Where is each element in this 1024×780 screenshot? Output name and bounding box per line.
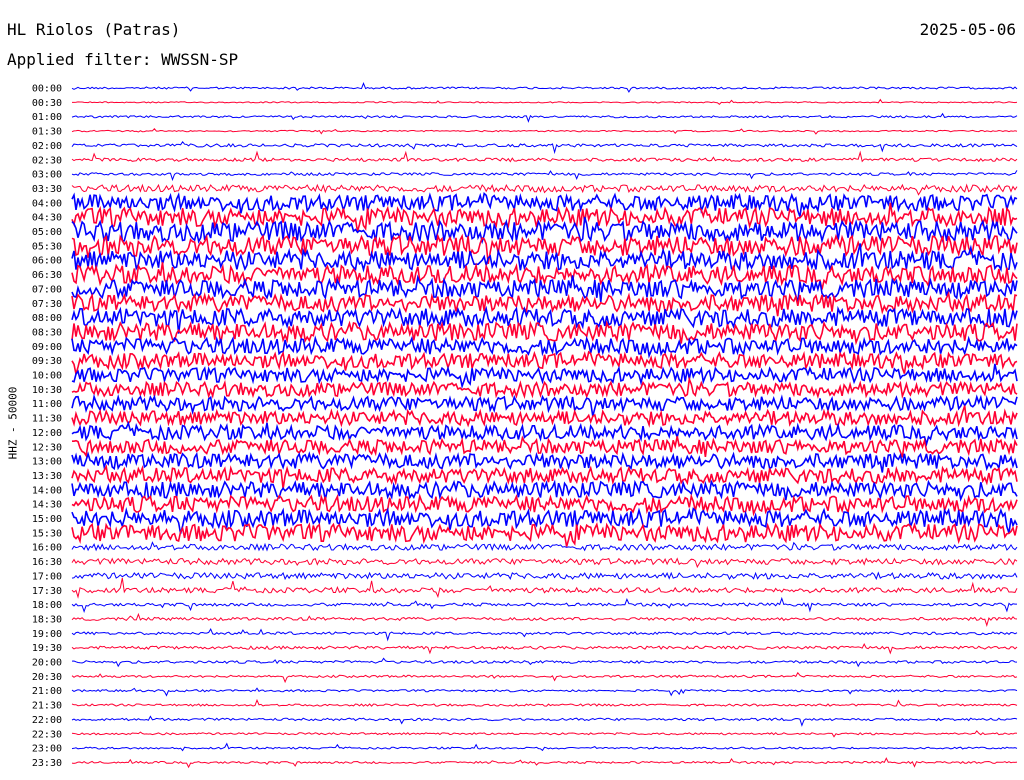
seismogram-plot: 00:00 00:30 01:00 01:30 02:00 02:30 03:00 03:30… bbox=[32, 82, 1018, 769]
row-label: 06:30 bbox=[32, 270, 62, 281]
row-label: 17:30 bbox=[32, 586, 62, 597]
trace-line bbox=[71, 557, 1018, 569]
row-label: 04:00 bbox=[32, 198, 62, 209]
row-label: 11:30 bbox=[32, 414, 62, 425]
trace-line bbox=[71, 128, 1018, 135]
row-label: 14:00 bbox=[32, 485, 62, 496]
trace-line bbox=[71, 493, 1018, 517]
row-label: 05:30 bbox=[32, 241, 62, 252]
traces-group bbox=[71, 82, 1018, 769]
row-label: 12:30 bbox=[32, 442, 62, 453]
trace-line bbox=[71, 420, 1018, 447]
trace-line bbox=[71, 521, 1018, 547]
row-label: 09:30 bbox=[32, 356, 62, 367]
row-label: 22:00 bbox=[32, 715, 62, 726]
row-label: 03:30 bbox=[32, 184, 62, 195]
trace-line bbox=[71, 320, 1018, 346]
trace-line bbox=[71, 451, 1018, 473]
trace-line bbox=[71, 577, 1018, 599]
row-label: 04:30 bbox=[32, 213, 62, 224]
row-label: 05:00 bbox=[32, 227, 62, 238]
trace-line bbox=[71, 612, 1018, 627]
trace-line bbox=[71, 657, 1018, 668]
row-label: 02:30 bbox=[32, 155, 62, 166]
row-label: 09:00 bbox=[32, 342, 62, 353]
row-label: 01:30 bbox=[32, 127, 62, 138]
trace-line bbox=[71, 643, 1018, 655]
row-label: 02:00 bbox=[32, 141, 62, 152]
row-label: 07:30 bbox=[32, 299, 62, 310]
trace-line bbox=[71, 479, 1018, 502]
trace-line bbox=[71, 191, 1018, 217]
row-label: 00:30 bbox=[32, 98, 62, 109]
trace-line bbox=[71, 82, 1018, 93]
row-label: 10:30 bbox=[32, 385, 62, 396]
trace-line bbox=[71, 112, 1018, 123]
trace-line bbox=[71, 150, 1018, 163]
row-label: 14:30 bbox=[32, 500, 62, 511]
row-label: 23:00 bbox=[32, 744, 62, 755]
row-label: 11:00 bbox=[32, 399, 62, 410]
trace-line bbox=[71, 571, 1018, 581]
trace-line bbox=[71, 730, 1018, 738]
row-label: 12:00 bbox=[32, 428, 62, 439]
row-label: 06:00 bbox=[32, 256, 62, 267]
trace-line bbox=[71, 596, 1017, 614]
row-label: 21:00 bbox=[32, 686, 62, 697]
row-label: 07:00 bbox=[32, 284, 62, 295]
row-label: 01:00 bbox=[32, 112, 62, 123]
trace-line bbox=[71, 628, 1018, 642]
row-label: 23:30 bbox=[32, 758, 62, 769]
trace-line bbox=[71, 393, 1018, 417]
trace-line bbox=[71, 376, 1018, 400]
row-label: 03:00 bbox=[32, 170, 62, 181]
row-label: 19:30 bbox=[32, 643, 62, 654]
trace-line bbox=[72, 98, 1018, 105]
row-label: 17:00 bbox=[32, 571, 62, 582]
trace-line bbox=[71, 687, 1018, 697]
trace-line bbox=[71, 140, 1018, 155]
row-label: 13:30 bbox=[32, 471, 62, 482]
trace-line bbox=[71, 170, 1018, 182]
row-labels-group: 00:00 00:30 01:00 01:30 02:00 02:30 03:00 03:30… bbox=[32, 84, 62, 769]
row-label: 15:00 bbox=[32, 514, 62, 525]
trace-line bbox=[71, 757, 1018, 769]
row-label: 20:00 bbox=[32, 658, 62, 669]
row-label: 00:00 bbox=[32, 84, 62, 95]
row-label: 19:00 bbox=[32, 629, 62, 640]
trace-line bbox=[71, 183, 1018, 196]
trace-line bbox=[71, 715, 1018, 727]
trace-line bbox=[71, 350, 1018, 375]
trace-line bbox=[71, 335, 1018, 359]
row-label: 13:00 bbox=[32, 457, 62, 468]
trace-line bbox=[71, 671, 1018, 684]
row-label: 20:30 bbox=[32, 672, 62, 683]
trace-line bbox=[71, 541, 1018, 552]
row-label: 08:00 bbox=[32, 313, 62, 324]
row-label: 15:30 bbox=[32, 528, 62, 539]
trace-line bbox=[71, 698, 1018, 707]
row-label: 16:00 bbox=[32, 543, 62, 554]
row-label: 22:30 bbox=[32, 729, 62, 740]
row-label: 18:00 bbox=[32, 600, 62, 611]
row-label: 16:30 bbox=[32, 557, 62, 568]
trace-line bbox=[71, 742, 1018, 752]
row-label: 21:30 bbox=[32, 701, 62, 712]
row-label: 18:30 bbox=[32, 614, 62, 625]
row-label: 08:30 bbox=[32, 327, 62, 338]
row-label: 10:00 bbox=[32, 371, 62, 382]
